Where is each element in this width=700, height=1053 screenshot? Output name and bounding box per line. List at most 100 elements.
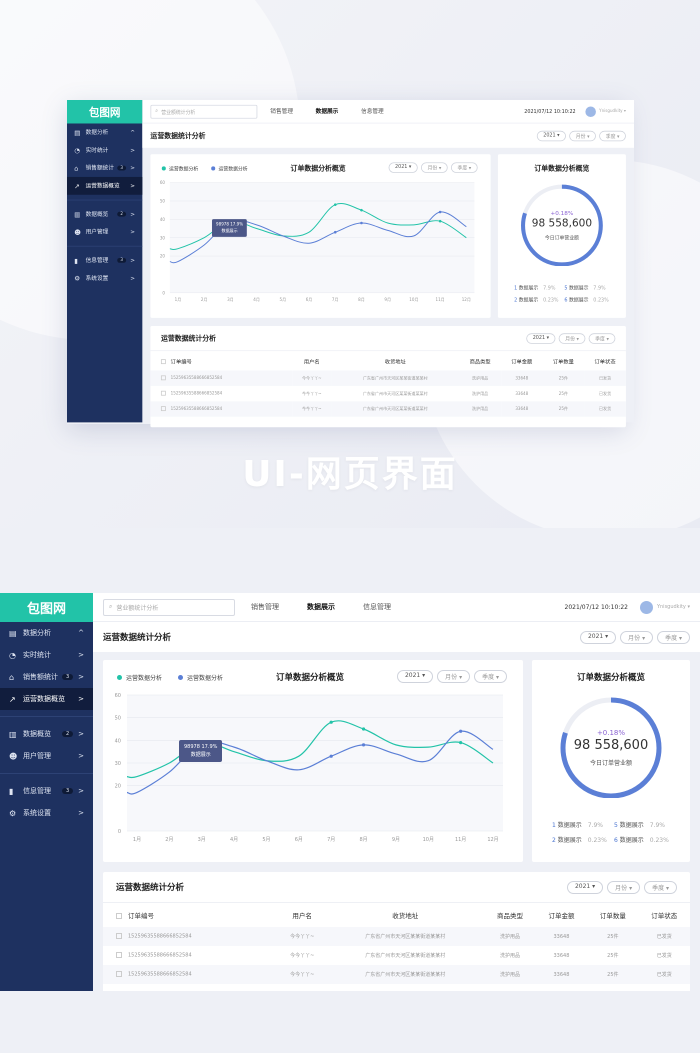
table-cell: 洗护用品 xyxy=(484,965,536,984)
sidebar-item-4[interactable]: ▥ 数据概览 2 > xyxy=(67,205,142,223)
bar-chart-icon: ▥ xyxy=(74,210,81,218)
summary-card: 订单数据分析概览 +0.18% 98 558,600 今日订单营业额 1 数据展… xyxy=(532,660,690,862)
x-tick-label: 12月 xyxy=(462,297,471,302)
line-chart-icon: ↗ xyxy=(74,182,80,190)
table-year-select[interactable]: 2021 ▾ xyxy=(526,332,556,344)
avatar[interactable] xyxy=(639,600,653,614)
chevron-icon: > xyxy=(130,146,136,154)
x-tick-label: 10月 xyxy=(409,297,418,302)
table-row: 15259635588666852584 今今丫丫~ 广东省广州市天河区某某街道某某… xyxy=(103,927,690,946)
x-tick-label: 3月 xyxy=(198,837,206,843)
sidebar-item-6[interactable]: ▮ 信息管理 3 > xyxy=(67,251,142,269)
nav-data-display[interactable]: 数据展示 xyxy=(307,602,335,612)
user-menu[interactable]: Ynisgudkity ▾ xyxy=(657,604,690,610)
chevron-icon: > xyxy=(130,210,136,218)
avatar[interactable] xyxy=(585,106,596,117)
nav-sales[interactable]: 销售管理 xyxy=(270,107,293,115)
sidebar-item-3[interactable]: ↗ 运营数据概览 > xyxy=(67,176,143,195)
column-header: 订单数量 xyxy=(552,358,574,365)
data-point xyxy=(360,221,363,225)
select-all-checkbox[interactable] xyxy=(160,359,166,365)
table-row: 15259635588666852584 今今丫丫~ 广东省广州市天河区某某街道某某… xyxy=(150,370,626,386)
y-tick-label: 60 xyxy=(160,180,166,185)
nav-sales[interactable]: 销售管理 xyxy=(251,602,279,612)
x-tick-label: 8月 xyxy=(359,837,367,843)
sidebar-item-5[interactable]: ☻ 用户管理 > xyxy=(0,745,93,767)
nav-info[interactable]: 信息管理 xyxy=(363,602,391,612)
table-quarter-select[interactable]: 季度 ▾ xyxy=(644,880,677,894)
x-tick-label: 2月 xyxy=(165,837,173,843)
chevron-icon: > xyxy=(78,695,84,703)
y-tick-label: 20 xyxy=(115,784,121,790)
sidebar-item-7[interactable]: ⚙ 系统设置 > xyxy=(67,269,142,287)
table-cell: 已发货 xyxy=(638,965,690,984)
sidebar: 包图网 ▤ 数据分析 ^ ◔ 实时统计 > ⌂ 销售额统计 3 > ↗ 运营数据概览 > ▥ 数据概览 2 > ☻… xyxy=(67,100,143,423)
year-select[interactable]: 2021 ▾ xyxy=(536,130,567,141)
logo: 包图网 xyxy=(0,593,93,622)
data-point xyxy=(329,754,333,758)
quarter-select[interactable]: 季度 ▾ xyxy=(657,630,690,644)
sidebar-item-4[interactable]: ▥ 数据概览 2 > xyxy=(0,723,93,745)
x-tick-label: 8月 xyxy=(358,297,365,302)
line-chart: 0 20 30 40 50 60 1月 2月 3月 4月 5月 6月 7月 8月 9月 10月 11月 12月 xyxy=(160,180,475,302)
table-quarter-select[interactable]: 季度 ▾ xyxy=(588,332,616,344)
row-checkbox[interactable] xyxy=(160,375,166,381)
x-tick-label: 3月 xyxy=(227,297,234,302)
row-checkbox[interactable] xyxy=(160,406,166,412)
stat-item: 6 数据展示 0.23% xyxy=(614,837,669,844)
nav-info[interactable]: 信息管理 xyxy=(361,107,384,115)
table-card: 运营数据统计分析 2021 ▾ 月份 ▾ 季度 ▾ 订单编号 用户名 收货地址 商品类型 订单… xyxy=(103,872,690,991)
dashboard-icon: ▤ xyxy=(9,628,17,638)
sidebar-item-label: 实时统计 xyxy=(23,651,51,659)
sidebar-item-6[interactable]: ▮ 信息管理 3 > xyxy=(0,780,93,802)
row-checkbox[interactable] xyxy=(116,933,122,940)
row-checkbox[interactable] xyxy=(116,952,122,959)
row-checkbox[interactable] xyxy=(160,390,166,396)
table-cell: 洗护用品 xyxy=(484,927,536,946)
table-row: 15259635588666852584 今今丫丫~ 广东省广州市天河区某某街道某某… xyxy=(150,401,626,417)
column-header: 订单编号 xyxy=(103,903,278,927)
quarter-select[interactable]: 季度 ▾ xyxy=(599,130,626,141)
table-year-select[interactable]: 2021 ▾ xyxy=(566,880,604,894)
table-cell: 33648 xyxy=(535,965,588,984)
table-month-select[interactable]: 月份 ▾ xyxy=(607,880,641,894)
amount: 98 558,600 xyxy=(531,217,593,230)
month-select[interactable]: 月份 ▾ xyxy=(620,630,654,644)
sidebar-item-label: 信息管理 xyxy=(85,257,109,264)
x-tick-label: 9月 xyxy=(392,837,400,843)
sidebar-item-0[interactable]: ▤ 数据分析 ^ xyxy=(67,123,142,141)
sidebar-item-5[interactable]: ☻ 用户管理 > xyxy=(67,223,142,241)
search-input[interactable]: ⌕ 营业额统计分析 xyxy=(103,598,235,616)
y-tick-label: 30 xyxy=(160,235,166,240)
sidebar-item-2[interactable]: ⌂ 销售额统计 3 > xyxy=(67,159,142,177)
x-tick-label: 5月 xyxy=(280,297,287,302)
sidebar-item-1[interactable]: ◔ 实时统计 > xyxy=(0,644,93,666)
line-chart: 0 20 30 40 50 60 1月 2月 3月 4月 5月 6月 7月 8月 9月 10月 11月 12月 xyxy=(115,693,503,843)
data-point xyxy=(360,208,363,212)
table-cell: 已发货 xyxy=(598,391,612,397)
count-badge: 3 xyxy=(117,257,127,263)
table-cell: 25件 xyxy=(542,401,585,417)
table-cell: 今今丫丫~ xyxy=(301,391,322,397)
bar-icon: ▮ xyxy=(9,786,14,796)
sidebar-item-3[interactable]: ↗ 运营数据概览 > xyxy=(0,688,93,710)
data-point xyxy=(459,741,463,745)
sidebar-item-2[interactable]: ⌂ 销售额统计 3 > xyxy=(0,666,93,688)
table-header: 订单编号 用户名 收货地址 商品类型 订单金额 订单数量 订单状态 xyxy=(103,903,690,927)
x-tick-label: 5月 xyxy=(262,837,270,843)
table-cell: 25件 xyxy=(542,370,585,386)
table-month-select[interactable]: 月份 ▾ xyxy=(558,332,586,344)
month-select[interactable]: 月份 ▾ xyxy=(569,130,596,141)
user-menu[interactable]: Ynisgudkity ▾ xyxy=(599,109,626,114)
table-row: 15259635588666852584 今今丫丫~ 广东省广州市天河区某某街道某某… xyxy=(103,946,690,965)
search-input[interactable]: ⌕ 营业额统计分析 xyxy=(150,104,258,119)
year-select[interactable]: 2021 ▾ xyxy=(579,630,617,644)
nav-data-display[interactable]: 数据展示 xyxy=(316,107,339,115)
y-tick-label: 50 xyxy=(160,199,166,204)
x-tick-label: 7月 xyxy=(327,837,335,843)
sidebar-item-7[interactable]: ⚙ 系统设置 > xyxy=(0,802,93,824)
select-all-checkbox[interactable] xyxy=(116,913,122,919)
sidebar-item-1[interactable]: ◔ 实时统计 > xyxy=(67,141,142,159)
sidebar-item-0[interactable]: ▤ 数据分析 ^ xyxy=(0,622,93,644)
row-checkbox[interactable] xyxy=(116,971,122,978)
